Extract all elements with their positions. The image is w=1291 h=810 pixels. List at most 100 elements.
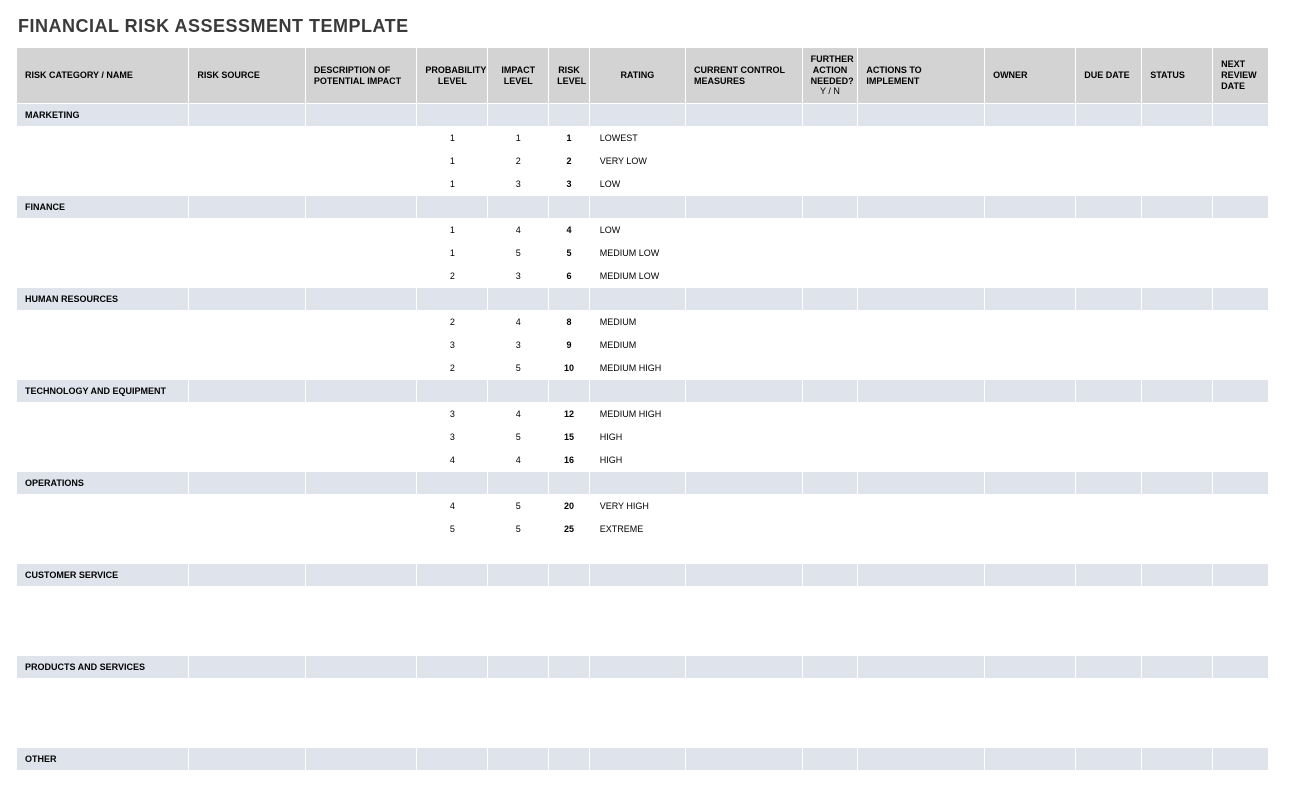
risk-source-cell[interactable] <box>189 495 306 518</box>
impact-cell[interactable]: 3 <box>488 173 549 196</box>
risk-category-cell[interactable] <box>17 265 189 288</box>
owner-cell[interactable] <box>985 311 1076 334</box>
status-cell[interactable] <box>1142 518 1213 541</box>
risk-category-cell[interactable] <box>17 495 189 518</box>
description-cell[interactable] <box>305 633 417 656</box>
actions-cell[interactable] <box>858 771 985 794</box>
risk-category-cell[interactable] <box>17 127 189 150</box>
control-measures-cell[interactable] <box>686 265 803 288</box>
impact-cell[interactable]: 5 <box>488 357 549 380</box>
probability-cell[interactable]: 3 <box>417 426 488 449</box>
risk-category-cell[interactable] <box>17 725 189 748</box>
further-action-cell[interactable] <box>802 357 858 380</box>
further-action-cell[interactable] <box>802 702 858 725</box>
impact-cell[interactable] <box>488 725 549 748</box>
probability-cell[interactable]: 3 <box>417 334 488 357</box>
control-measures-cell[interactable] <box>686 173 803 196</box>
control-measures-cell[interactable] <box>686 127 803 150</box>
owner-cell[interactable] <box>985 265 1076 288</box>
due-date-cell[interactable] <box>1076 495 1142 518</box>
next-review-cell[interactable] <box>1213 518 1269 541</box>
due-date-cell[interactable] <box>1076 725 1142 748</box>
risk-category-cell[interactable] <box>17 610 189 633</box>
probability-cell[interactable]: 1 <box>417 173 488 196</box>
status-cell[interactable] <box>1142 173 1213 196</box>
due-date-cell[interactable] <box>1076 150 1142 173</box>
status-cell[interactable] <box>1142 219 1213 242</box>
owner-cell[interactable] <box>985 679 1076 702</box>
control-measures-cell[interactable] <box>686 495 803 518</box>
rating-cell[interactable]: MEDIUM <box>589 311 685 334</box>
probability-cell[interactable]: 3 <box>417 403 488 426</box>
impact-cell[interactable]: 3 <box>488 265 549 288</box>
probability-cell[interactable]: 4 <box>417 495 488 518</box>
due-date-cell[interactable] <box>1076 334 1142 357</box>
probability-cell[interactable] <box>417 587 488 610</box>
control-measures-cell[interactable] <box>686 587 803 610</box>
risk-category-cell[interactable] <box>17 150 189 173</box>
further-action-cell[interactable] <box>802 403 858 426</box>
risk-source-cell[interactable] <box>189 518 306 541</box>
actions-cell[interactable] <box>858 150 985 173</box>
next-review-cell[interactable] <box>1213 173 1269 196</box>
risk-level-cell[interactable]: 16 <box>549 449 590 472</box>
due-date-cell[interactable] <box>1076 679 1142 702</box>
owner-cell[interactable] <box>985 541 1076 564</box>
status-cell[interactable] <box>1142 403 1213 426</box>
probability-cell[interactable] <box>417 702 488 725</box>
control-measures-cell[interactable] <box>686 334 803 357</box>
next-review-cell[interactable] <box>1213 679 1269 702</box>
status-cell[interactable] <box>1142 541 1213 564</box>
status-cell[interactable] <box>1142 771 1213 794</box>
further-action-cell[interactable] <box>802 633 858 656</box>
owner-cell[interactable] <box>985 518 1076 541</box>
status-cell[interactable] <box>1142 610 1213 633</box>
impact-cell[interactable]: 2 <box>488 150 549 173</box>
status-cell[interactable] <box>1142 357 1213 380</box>
owner-cell[interactable] <box>985 173 1076 196</box>
control-measures-cell[interactable] <box>686 150 803 173</box>
actions-cell[interactable] <box>858 265 985 288</box>
risk-source-cell[interactable] <box>189 679 306 702</box>
impact-cell[interactable]: 5 <box>488 518 549 541</box>
actions-cell[interactable] <box>858 242 985 265</box>
risk-category-cell[interactable] <box>17 679 189 702</box>
owner-cell[interactable] <box>985 725 1076 748</box>
impact-cell[interactable]: 5 <box>488 242 549 265</box>
next-review-cell[interactable] <box>1213 357 1269 380</box>
further-action-cell[interactable] <box>802 311 858 334</box>
rating-cell[interactable]: MEDIUM HIGH <box>589 403 685 426</box>
status-cell[interactable] <box>1142 449 1213 472</box>
further-action-cell[interactable] <box>802 518 858 541</box>
actions-cell[interactable] <box>858 541 985 564</box>
rating-cell[interactable]: LOWEST <box>589 127 685 150</box>
impact-cell[interactable]: 4 <box>488 403 549 426</box>
probability-cell[interactable] <box>417 771 488 794</box>
control-measures-cell[interactable] <box>686 610 803 633</box>
due-date-cell[interactable] <box>1076 242 1142 265</box>
probability-cell[interactable]: 4 <box>417 449 488 472</box>
actions-cell[interactable] <box>858 426 985 449</box>
actions-cell[interactable] <box>858 219 985 242</box>
actions-cell[interactable] <box>858 403 985 426</box>
actions-cell[interactable] <box>858 725 985 748</box>
probability-cell[interactable]: 5 <box>417 518 488 541</box>
owner-cell[interactable] <box>985 357 1076 380</box>
status-cell[interactable] <box>1142 495 1213 518</box>
risk-level-cell[interactable]: 15 <box>549 426 590 449</box>
control-measures-cell[interactable] <box>686 725 803 748</box>
risk-level-cell[interactable]: 9 <box>549 334 590 357</box>
further-action-cell[interactable] <box>802 150 858 173</box>
due-date-cell[interactable] <box>1076 587 1142 610</box>
control-measures-cell[interactable] <box>686 541 803 564</box>
description-cell[interactable] <box>305 702 417 725</box>
further-action-cell[interactable] <box>802 242 858 265</box>
actions-cell[interactable] <box>858 610 985 633</box>
rating-cell[interactable]: LOW <box>589 219 685 242</box>
risk-source-cell[interactable] <box>189 403 306 426</box>
next-review-cell[interactable] <box>1213 127 1269 150</box>
description-cell[interactable] <box>305 518 417 541</box>
next-review-cell[interactable] <box>1213 403 1269 426</box>
status-cell[interactable] <box>1142 127 1213 150</box>
risk-source-cell[interactable] <box>189 265 306 288</box>
